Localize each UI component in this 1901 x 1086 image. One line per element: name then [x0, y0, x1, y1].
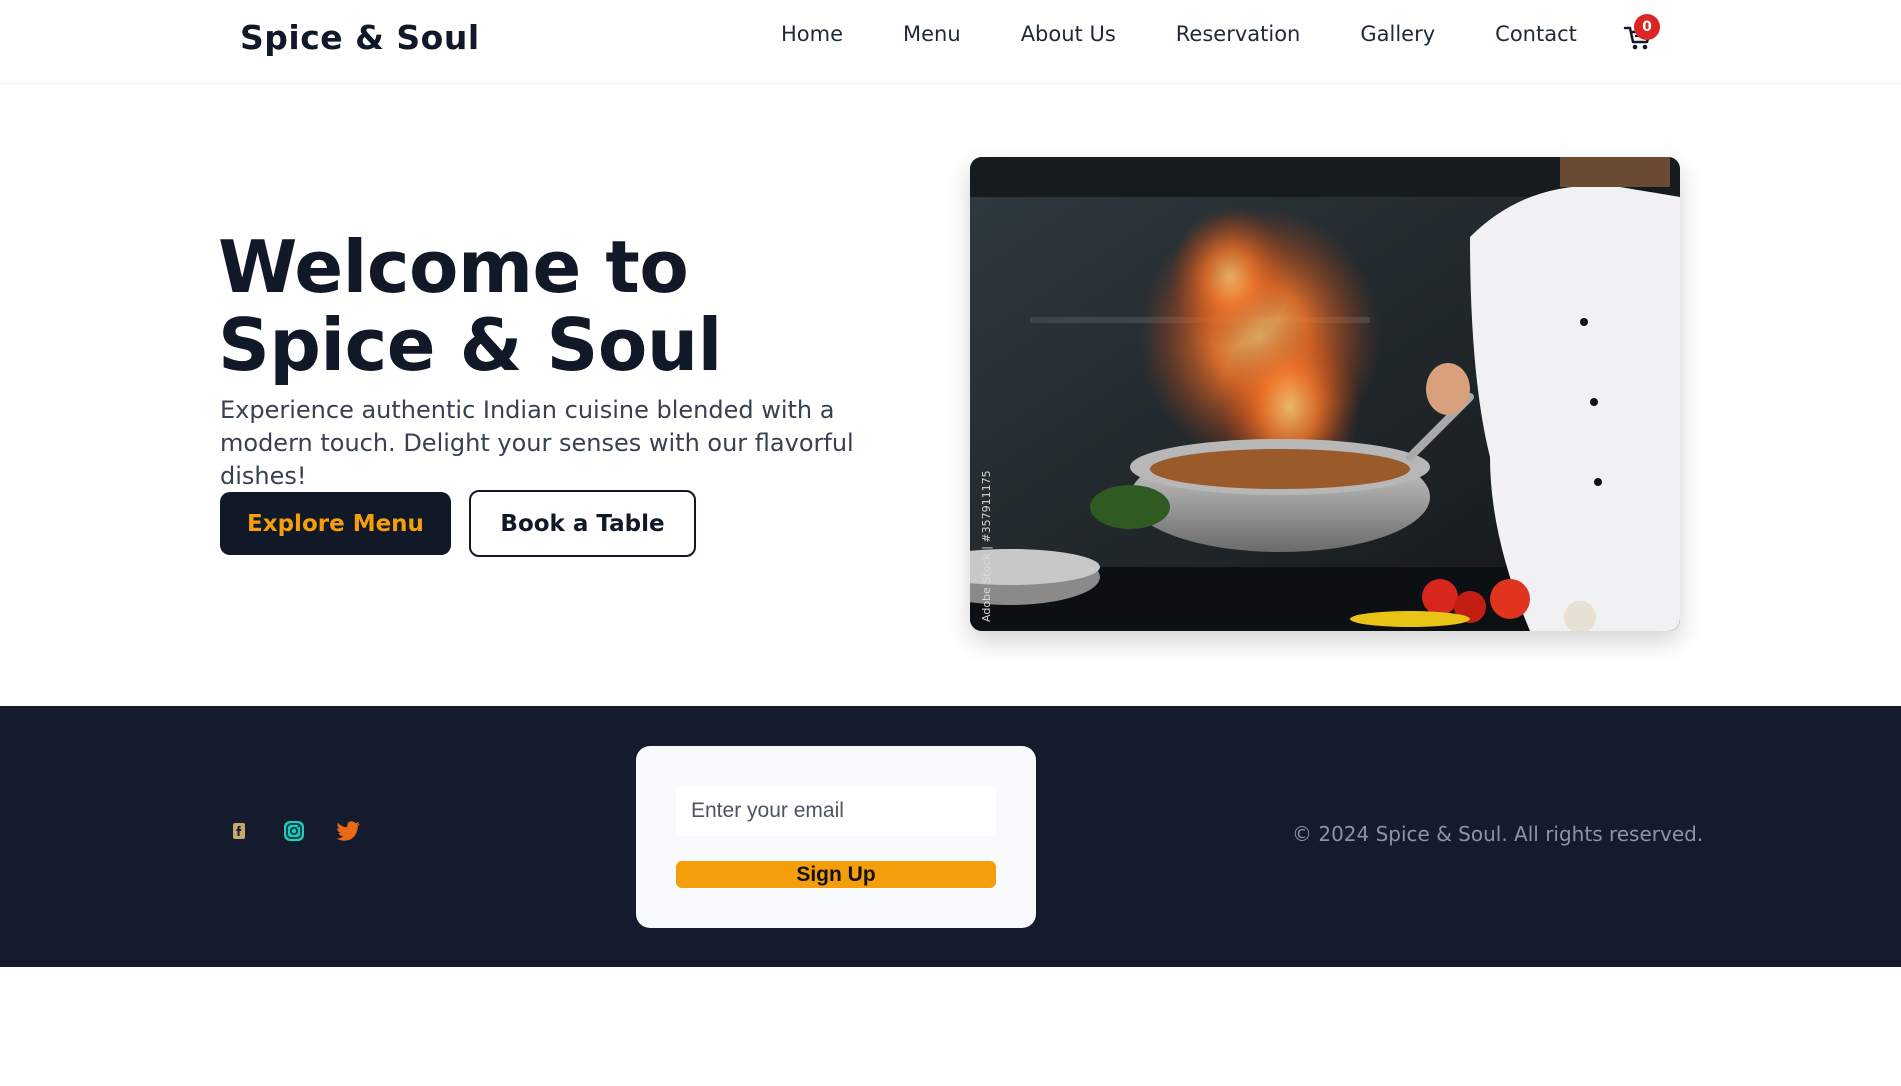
explore-menu-button[interactable]: Explore Menu: [220, 492, 451, 555]
sign-up-button[interactable]: Sign Up: [676, 861, 996, 888]
twitter-icon[interactable]: [336, 818, 362, 844]
nav-reservation[interactable]: Reservation: [1176, 22, 1301, 46]
hero-subtitle: Experience authentic Indian cuisine blen…: [220, 396, 854, 490]
hero-title: Welcome to Spice & Soul: [218, 225, 722, 387]
email-input[interactable]: [676, 786, 996, 836]
social-links: [226, 818, 391, 844]
nav-menu[interactable]: Menu: [903, 22, 961, 46]
facebook-icon[interactable]: [226, 818, 252, 844]
main-nav: Home Menu About Us Reservation Gallery C…: [781, 22, 1577, 46]
instagram-icon[interactable]: [281, 818, 307, 844]
cart-count-badge: 0: [1634, 14, 1660, 40]
hero-chef-image: Adobe Stock | #357911175: [970, 157, 1680, 631]
copyright-text: © 2024 Spice & Soul. All rights reserved…: [1292, 822, 1704, 846]
nav-contact[interactable]: Contact: [1495, 22, 1577, 46]
brand-logo[interactable]: Spice & Soul: [240, 18, 480, 57]
newsletter-signup: Sign Up: [636, 746, 1036, 928]
image-watermark: Adobe Stock | #357911175: [980, 470, 993, 622]
site-header: Spice & Soul Home Menu About Us Reservat…: [0, 0, 1901, 84]
nav-about-us[interactable]: About Us: [1021, 22, 1116, 46]
nav-gallery[interactable]: Gallery: [1360, 22, 1435, 46]
book-table-button[interactable]: Book a Table: [469, 490, 696, 557]
nav-home[interactable]: Home: [781, 22, 843, 46]
